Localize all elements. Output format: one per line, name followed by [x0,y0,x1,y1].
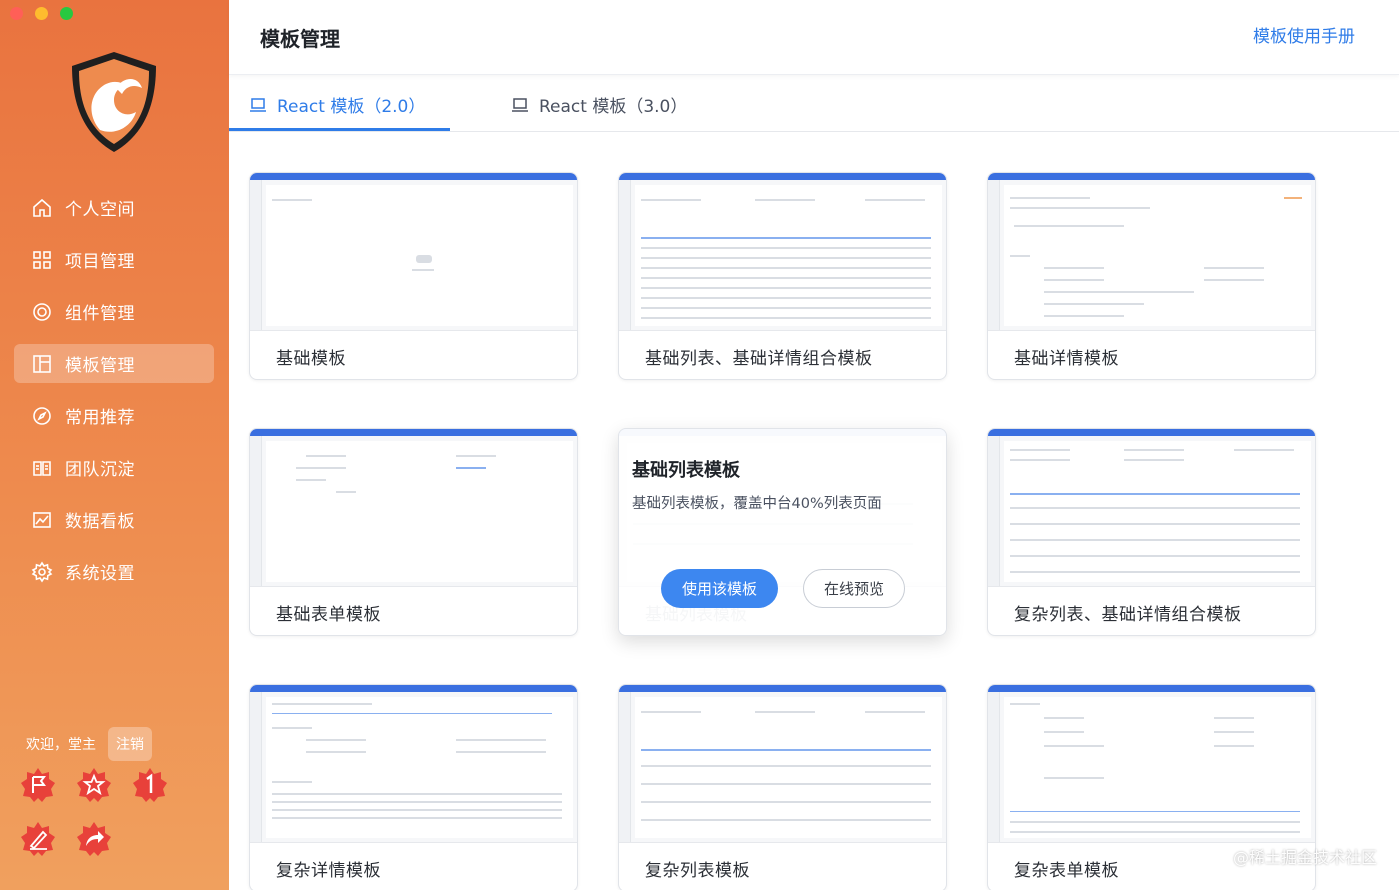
laptop-icon [250,97,266,112]
grid-icon [33,250,51,269]
card-title: 复杂列表模板 [645,861,750,881]
sidebar-item-label: 项目管理 [65,252,135,272]
card-title: 基础表单模板 [276,605,381,625]
user-welcome: 欢迎，堂主 注销 [26,727,152,761]
template-tabs: React 模板（2.0） React 模板（3.0） [229,76,1399,132]
book-icon [33,460,51,476]
share-badge-icon[interactable] [76,821,112,857]
template-thumbnail [250,685,577,843]
card-title: 复杂详情模板 [276,861,381,881]
template-card[interactable]: 复杂详情模板 [249,684,578,890]
template-card[interactable]: 复杂列表模板 [618,684,947,890]
sidebar-item-recommend[interactable]: 常用推荐 [14,396,214,435]
card-title: 复杂列表、基础详情组合模板 [1014,605,1242,625]
compass-icon [33,406,51,425]
number-one-badge-icon[interactable] [132,767,168,803]
sidebar-item-label: 数据看板 [65,512,135,532]
template-card[interactable]: 基础模板 [249,172,578,380]
welcome-text: 欢迎，堂主 [26,737,96,753]
main-content: 模板管理 模板使用手册 React 模板（2.0） React 模板（3.0） … [229,0,1399,890]
hover-overlay: 基础列表模板 基础列表模板，覆盖中台40%列表页面 使用该模板 在线预览 [619,429,946,635]
sidebar-item-label: 系统设置 [65,564,135,584]
flag-badge-icon[interactable] [20,767,56,803]
tab-label: React 模板（2.0） [277,97,426,117]
close-window-button[interactable] [10,7,23,20]
template-thumbnail [988,429,1315,587]
sidebar-item-personal-space[interactable]: 个人空间 [14,188,214,227]
sidebar-item-label: 模板管理 [65,356,135,376]
sidebar-item-label: 常用推荐 [65,408,135,428]
sidebar-item-settings[interactable]: 系统设置 [14,552,214,591]
sidebar-item-dashboard[interactable]: 数据看板 [14,500,214,539]
card-title: 基础模板 [276,349,346,369]
template-thumbnail [250,173,577,331]
sidebar-item-components[interactable]: 组件管理 [14,292,214,331]
sidebar-nav: 个人空间 项目管理 组件管理 模板管理 常用推荐 团队沉淀 数据看板 系统设置 [14,188,214,604]
sidebar-item-projects[interactable]: 项目管理 [14,240,214,279]
tab-react-3[interactable]: React 模板（3.0） [511,92,687,117]
watermark: @稀土掘金技术社区 [1232,848,1377,867]
template-thumbnail [250,429,577,587]
use-template-button[interactable]: 使用该模板 [661,569,778,608]
template-card[interactable]: 复杂列表、基础详情组合模板 [987,428,1316,636]
minimize-window-button[interactable] [35,7,48,20]
tab-react-2[interactable]: React 模板（2.0） [249,92,425,117]
sidebar-item-label: 团队沉淀 [65,460,135,480]
overlay-description: 基础列表模板，覆盖中台40%列表页面 [632,496,882,512]
template-thumbnail [988,173,1315,331]
pen-badge-icon[interactable] [20,821,56,857]
template-thumbnail [619,685,946,843]
sidebar-item-label: 组件管理 [65,304,135,324]
tab-label: React 模板（3.0） [539,97,688,117]
sidebar: 个人空间 项目管理 组件管理 模板管理 常用推荐 团队沉淀 数据看板 系统设置 [0,0,229,890]
card-title: 基础详情模板 [1014,349,1119,369]
app-logo [72,52,156,152]
template-thumbnail [988,685,1315,843]
online-preview-button[interactable]: 在线预览 [803,569,905,608]
component-icon [33,302,51,321]
manual-link[interactable]: 模板使用手册 [1253,22,1355,47]
page-header: 模板管理 模板使用手册 [229,0,1399,75]
template-card[interactable]: 基础详情模板 [987,172,1316,380]
page-title: 模板管理 [260,27,340,51]
card-title: 复杂表单模板 [1014,861,1119,881]
maximize-window-button[interactable] [60,7,73,20]
chart-icon [33,511,51,528]
card-title: 基础列表、基础详情组合模板 [645,349,873,369]
template-card[interactable]: 基础表单模板 [249,428,578,636]
template-icon [33,354,51,373]
sidebar-item-templates[interactable]: 模板管理 [14,344,214,383]
achievement-badges [20,767,220,857]
sidebar-item-label: 个人空间 [65,200,135,220]
logout-button[interactable]: 注销 [108,727,152,761]
template-card[interactable]: 基础列表、基础详情组合模板 [618,172,947,380]
home-icon [33,198,51,217]
active-tab-indicator [229,128,450,131]
template-thumbnail [619,173,946,331]
sidebar-item-team[interactable]: 团队沉淀 [14,448,214,487]
laptop-icon [512,97,528,112]
gear-icon [31,561,53,582]
star-badge-icon[interactable] [76,767,112,803]
window-controls [10,7,73,20]
overlay-title: 基础列表模板 [632,460,740,481]
template-card-hovered[interactable]: 基础列表模板 基础列表模板 基础列表模板，覆盖中台40%列表页面 使用该模板 在… [618,428,947,636]
